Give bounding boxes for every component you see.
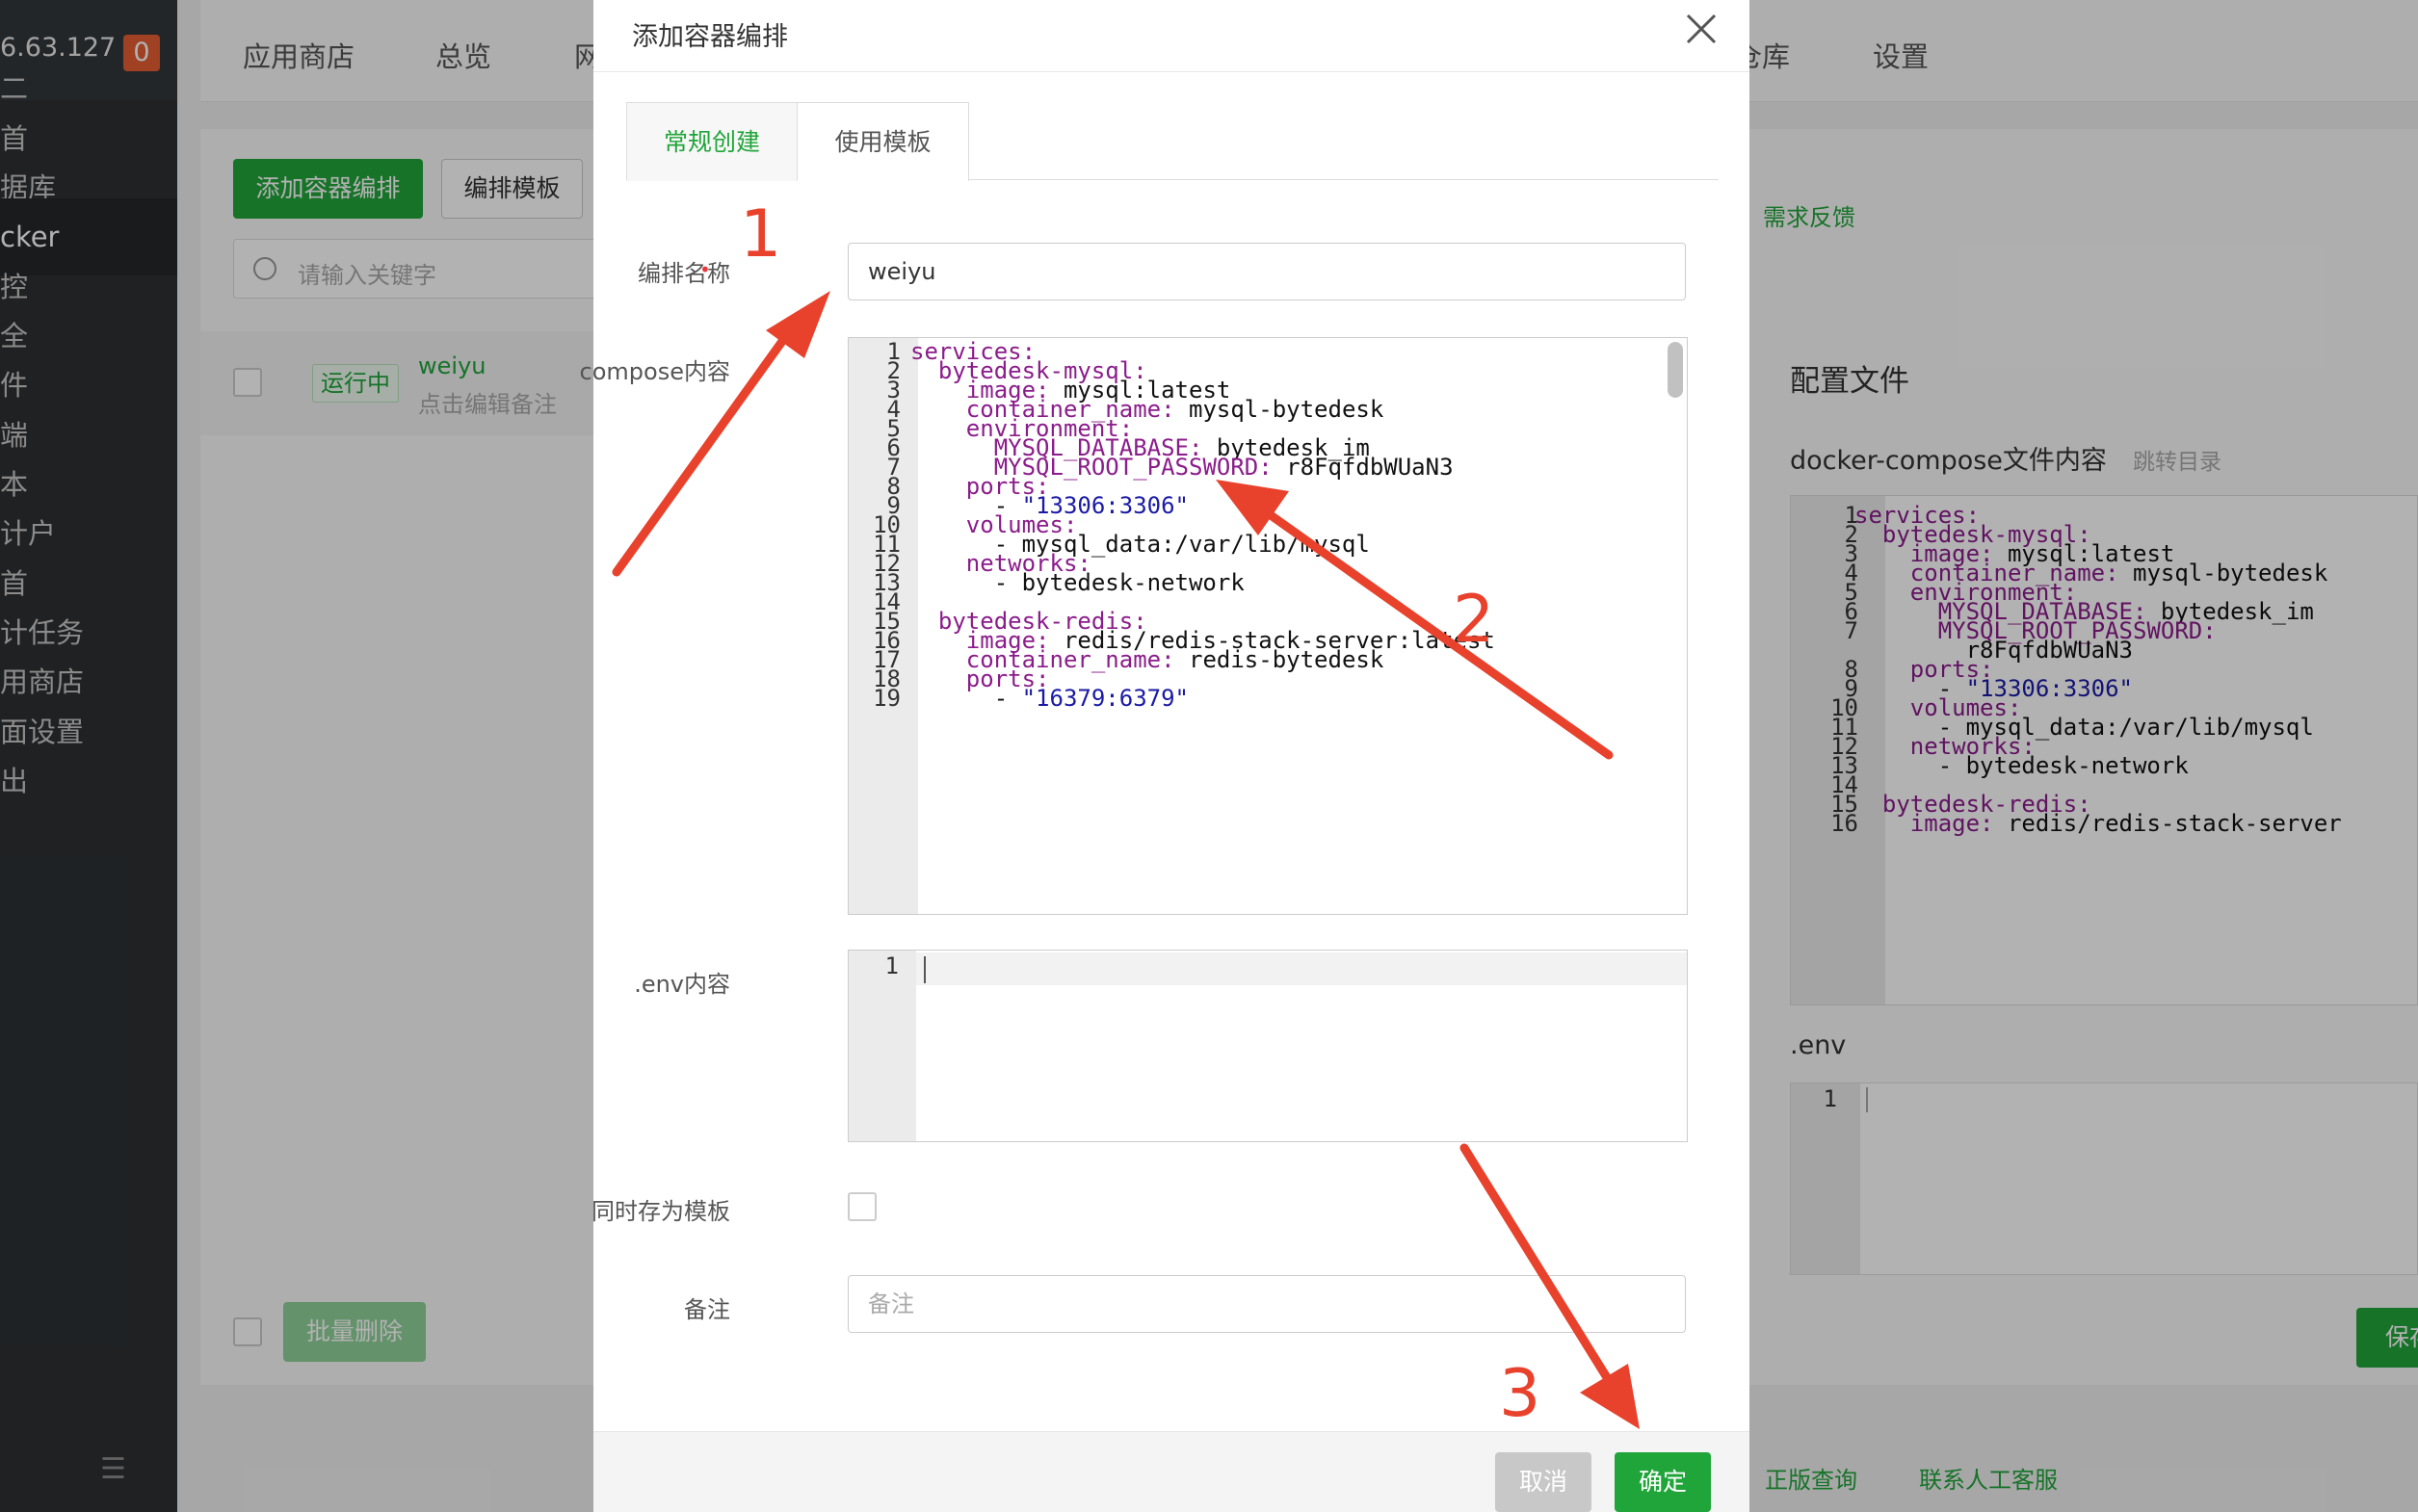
- name-label: 编排名称: [638, 260, 730, 287]
- compose-editor[interactable]: 1 services: 2 bytedesk-mysql: 3 image: mysq…: [848, 337, 1688, 915]
- tab-normal-create[interactable]: 常规创建: [626, 102, 798, 181]
- annotation-label-1: 1: [740, 196, 782, 273]
- annotation-label-2: 2: [1453, 582, 1495, 658]
- env-label: .env内容: [634, 971, 730, 998]
- tab-use-template[interactable]: 使用模板: [798, 102, 969, 181]
- code-token: redis-bytedesk: [1174, 646, 1384, 673]
- annotation-label-3: 3: [1499, 1356, 1541, 1432]
- line-number: 1: [884, 952, 899, 979]
- compose-name-input[interactable]: [848, 243, 1686, 300]
- remark-input[interactable]: [848, 1275, 1686, 1333]
- cancel-button[interactable]: 取消: [1495, 1452, 1591, 1512]
- code-token: r8FqfdbWUaN3: [1272, 454, 1454, 481]
- active-line: [916, 952, 1687, 985]
- code-line: - "16379:6379": [910, 685, 1189, 712]
- confirm-button[interactable]: 确定: [1615, 1452, 1711, 1512]
- line-number: 19: [873, 685, 901, 712]
- env-editor[interactable]: 1: [848, 950, 1688, 1142]
- text-cursor: [924, 956, 926, 983]
- save-template-label: 同时存为模板: [591, 1198, 730, 1225]
- dialog-title: 添加容器编排: [632, 22, 788, 52]
- code-token: mysql-bytedesk: [1174, 396, 1384, 423]
- code-token: - bytedesk-network: [910, 569, 1245, 596]
- code-line: - bytedesk-network: [910, 569, 1245, 596]
- divider: [593, 71, 1749, 72]
- save-template-checkbox[interactable]: [848, 1192, 877, 1221]
- editor-scrollbar[interactable]: [1668, 342, 1683, 398]
- code-token: "16379:6379": [1021, 685, 1189, 712]
- code-token: -: [910, 685, 1022, 712]
- remark-label: 备注: [684, 1296, 730, 1323]
- close-icon[interactable]: [1684, 12, 1719, 46]
- compose-label: compose内容: [579, 358, 730, 385]
